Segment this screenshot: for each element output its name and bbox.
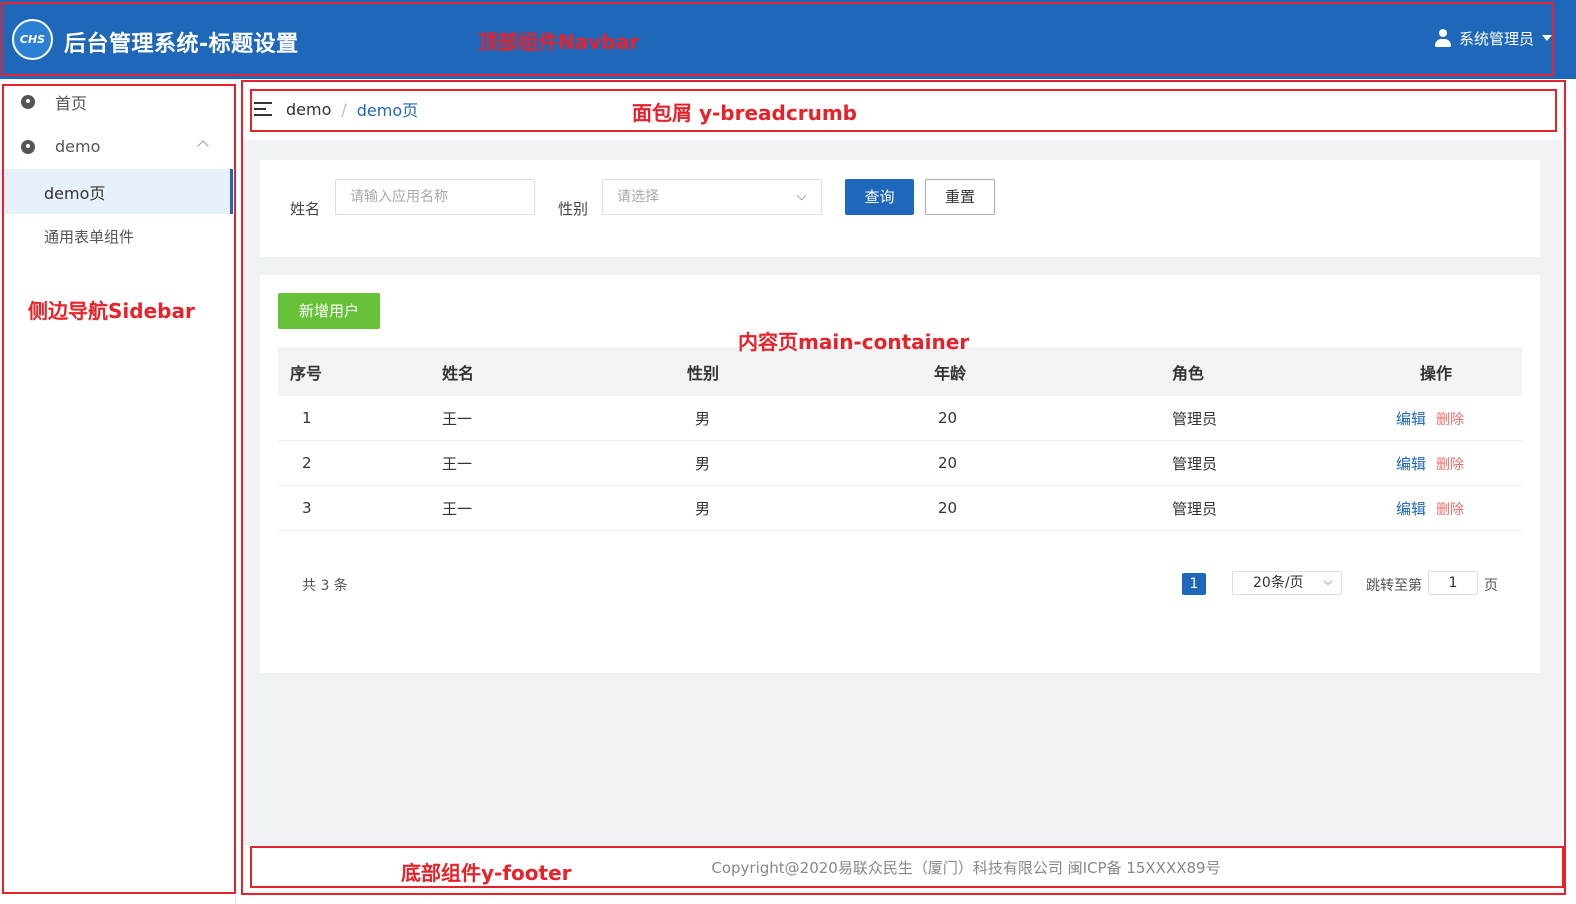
breadcrumb-separator: /: [341, 99, 347, 119]
breadcrumb: demo / demo页: [242, 88, 1562, 130]
delete-link[interactable]: 删除: [1436, 502, 1464, 518]
user-name: 系统管理员: [1458, 29, 1534, 48]
sidebar-item-label: 首页: [55, 93, 88, 113]
copyright-text: Copyright@2020易联众民生（厦门）科技有限公司 闽ICP备 15XX…: [711, 859, 1221, 877]
cell-age: 20: [938, 454, 958, 472]
main-container: 姓名 请输入应用名称 性别 请选择 查询 重置 新增用户 序号 姓名 性别 年龄…: [242, 140, 1562, 845]
delete-link[interactable]: 删除: [1436, 412, 1464, 428]
annotation-label-sidebar: 侧边导航Sidebar: [28, 299, 195, 323]
name-label: 姓名: [290, 200, 321, 218]
app-title: 后台管理系统-标题设置: [64, 32, 299, 57]
annotation-label-footer: 底部组件y-footer: [401, 861, 572, 885]
sidebar-item-demo[interactable]: demo: [0, 124, 233, 169]
jump-unit: 页: [1484, 578, 1498, 594]
user-table: 序号 姓名 性别 年龄 角色 操作 1 王一 男 20 管理员 编辑 删除 2 王…: [278, 347, 1522, 531]
total-count: 共 3 条: [302, 578, 348, 594]
sidebar-item-form-components[interactable]: 通用表单组件: [0, 214, 233, 259]
logo: CHS: [12, 19, 53, 60]
cell-gender: 男: [695, 454, 711, 473]
column-header: 序号: [290, 363, 323, 383]
jump-label: 跳转至第: [1366, 578, 1422, 594]
sidebar-item-label: 通用表单组件: [44, 228, 135, 246]
edit-link[interactable]: 编辑: [1396, 500, 1426, 518]
cell-gender: 男: [695, 499, 711, 518]
cell-role: 管理员: [1172, 499, 1218, 518]
dashboard-icon: [21, 94, 37, 109]
cell-name: 王一: [442, 454, 473, 473]
cell-actions: 编辑 删除: [1390, 408, 1522, 429]
page-size-select[interactable]: 20条/页: [1232, 571, 1342, 595]
sidebar-item-label: demo: [55, 137, 101, 156]
navbar: CHS 后台管理系统-标题设置 系统管理员: [0, 0, 1576, 79]
cell-index: 3: [302, 499, 312, 517]
column-header: 操作: [1420, 363, 1453, 383]
sidebar-item-demo-page[interactable]: demo页: [0, 169, 233, 214]
chevron-down-icon: [1323, 576, 1333, 586]
page-number-current[interactable]: 1: [1182, 573, 1206, 595]
add-user-button[interactable]: 新增用户: [278, 293, 380, 329]
dashboard-icon: [21, 139, 37, 154]
table-row: 1 王一 男 20 管理员 编辑 删除: [278, 396, 1522, 441]
cell-name: 王一: [442, 409, 473, 428]
column-header: 角色: [1172, 363, 1205, 383]
cell-name: 王一: [442, 499, 473, 518]
search-form: 姓名 请输入应用名称 性别 请选择 查询 重置: [260, 160, 1540, 257]
caret-down-icon: [1542, 35, 1552, 41]
column-header: 姓名: [442, 363, 475, 383]
jump-input[interactable]: 1: [1428, 571, 1478, 595]
edit-link[interactable]: 编辑: [1396, 455, 1426, 473]
cell-age: 20: [938, 499, 958, 517]
column-header: 年龄: [934, 363, 967, 383]
chevron-up-icon: [197, 140, 209, 152]
cell-index: 1: [302, 409, 312, 427]
table-row: 2 王一 男 20 管理员 编辑 删除: [278, 441, 1522, 486]
cell-role: 管理员: [1172, 454, 1218, 473]
annotation-label-main: 内容页main-container: [738, 330, 970, 354]
table-row: 3 王一 男 20 管理员 编辑 删除: [278, 486, 1522, 531]
cell-gender: 男: [695, 409, 711, 428]
cell-index: 2: [302, 454, 312, 472]
user-icon: [1434, 29, 1451, 47]
sidebar-item-home[interactable]: 首页: [0, 79, 233, 124]
cell-actions: 编辑 删除: [1390, 453, 1522, 474]
pagination: 共 3 条 1 20条/页 跳转至第 1 页: [278, 571, 1522, 597]
gender-select[interactable]: 请选择: [602, 179, 822, 215]
annotation-label-breadcrumb: 面包屑 y-breadcrumb: [632, 101, 857, 125]
gender-select-placeholder: 请选择: [617, 189, 659, 205]
menu-fold-icon[interactable]: [254, 102, 272, 116]
cell-actions: 编辑 删除: [1390, 498, 1522, 519]
cell-role: 管理员: [1172, 409, 1218, 428]
sidebar-item-label: demo页: [44, 183, 106, 203]
reset-button[interactable]: 重置: [925, 179, 995, 215]
column-header: 性别: [687, 363, 720, 383]
page-size-value: 20条/页: [1253, 575, 1304, 591]
query-button[interactable]: 查询: [845, 179, 914, 215]
sidebar: 首页 demo demo页 通用表单组件: [0, 79, 236, 904]
breadcrumb-current: demo页: [356, 101, 419, 120]
annotation-label-navbar: 顶部组件Navbar: [478, 30, 639, 54]
user-menu[interactable]: 系统管理员: [1434, 27, 1552, 49]
chevron-down-icon: [796, 190, 807, 201]
edit-link[interactable]: 编辑: [1396, 410, 1426, 428]
delete-link[interactable]: 删除: [1436, 457, 1464, 473]
gender-label: 性别: [558, 200, 589, 218]
cell-age: 20: [938, 409, 958, 427]
breadcrumb-home[interactable]: demo: [286, 100, 331, 119]
name-input[interactable]: 请输入应用名称: [335, 179, 535, 215]
